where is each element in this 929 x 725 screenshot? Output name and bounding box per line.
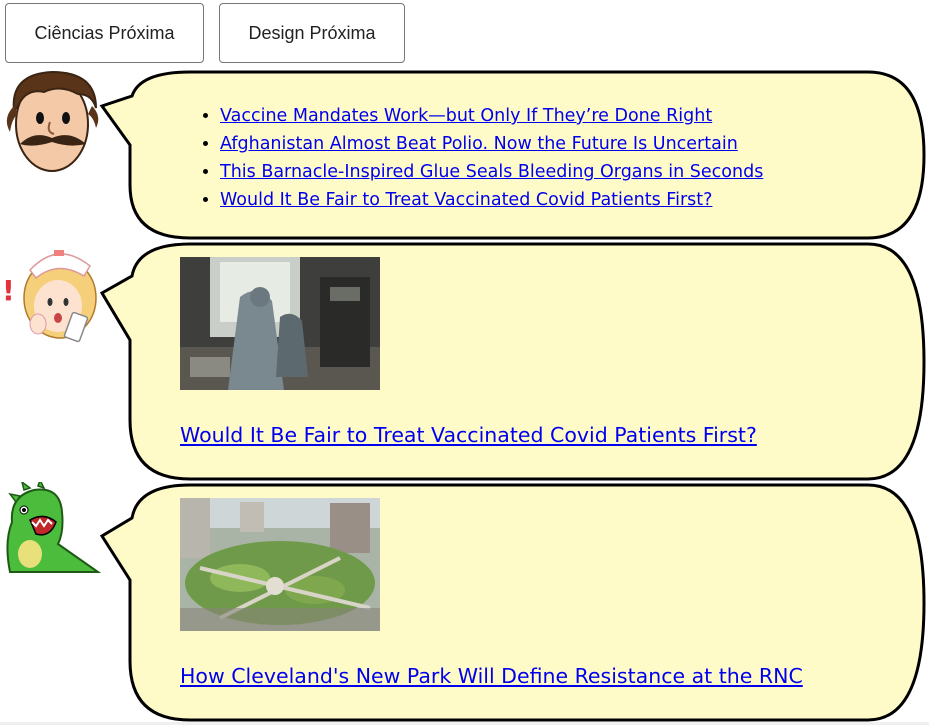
list-item: This Barnacle-Inspired Glue Seals Bleedi… xyxy=(220,158,896,186)
list-item: Vaccine Mandates Work—but Only If They’r… xyxy=(220,102,896,130)
headline-link[interactable]: Would It Be Fair to Treat Vaccinated Cov… xyxy=(180,423,757,447)
city-park-photo[interactable] xyxy=(180,498,380,631)
article-link[interactable]: Afghanistan Almost Beat Polio. Now the F… xyxy=(220,134,738,154)
page: Ciências Próxima Design Próxima ! • Vacc… xyxy=(0,0,929,725)
svg-text:!: ! xyxy=(2,274,15,307)
mustache-man-avatar xyxy=(6,70,99,172)
article-link[interactable]: Would It Be Fair to Treat Vaccinated Cov… xyxy=(220,190,712,210)
list-item: Would It Be Fair to Treat Vaccinated Cov… xyxy=(220,186,896,214)
bubble-1-content: Vaccine Mandates Work—but Only If They’r… xyxy=(196,102,896,214)
nurse-avatar: ! xyxy=(2,250,97,343)
hospital-photo[interactable] xyxy=(180,257,380,390)
article-link[interactable]: This Barnacle-Inspired Glue Seals Bleedi… xyxy=(220,162,763,182)
list-item: Afghanistan Almost Beat Polio. Now the F… xyxy=(220,130,896,158)
article-link[interactable]: Vaccine Mandates Work—but Only If They’r… xyxy=(220,106,712,126)
dinosaur-avatar xyxy=(6,482,102,573)
article-list: Vaccine Mandates Work—but Only If They’r… xyxy=(196,102,896,214)
headline-link[interactable]: How Cleveland's New Park Will Define Res… xyxy=(180,664,803,688)
